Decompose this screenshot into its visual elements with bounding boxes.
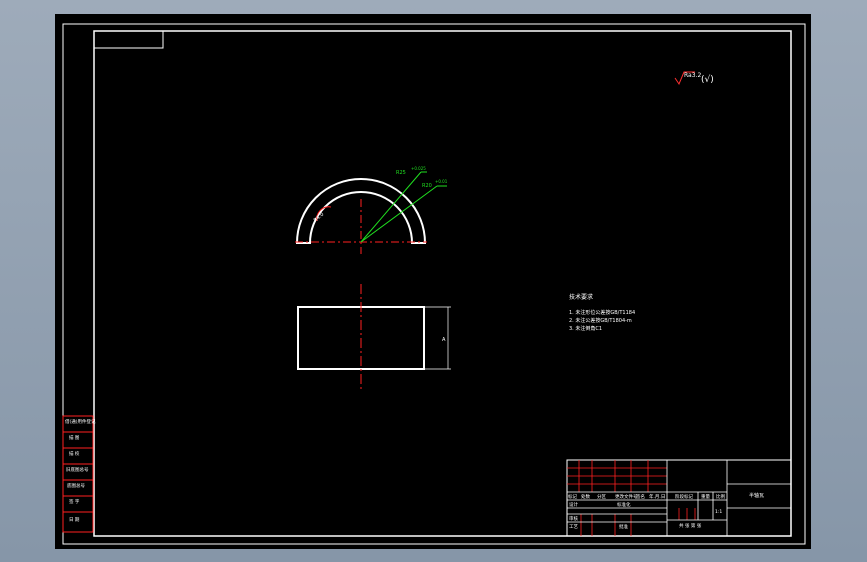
width-label: A <box>442 337 446 343</box>
side-label-6: 日 期 <box>69 517 80 523</box>
drawing-canvas[interactable]: Ra3.2 (√) R25 +0.025 R20 +0.01 R4.0 A 技术… <box>55 14 811 549</box>
code-box <box>93 30 164 49</box>
tb-process: 工艺 <box>569 524 578 530</box>
tb-design: 设计 <box>569 501 578 508</box>
roughness-symbol: Ra3.2 (√) <box>674 71 714 86</box>
note-line-3: 3. 未注倒角C1 <box>569 325 602 332</box>
notes-title: 技术要求 <box>569 293 593 301</box>
side-label-3: 旧底图总号 <box>66 466 89 473</box>
tb-standard: 标准化 <box>617 501 631 508</box>
tb-sheet: 共 张 第 张 <box>679 522 702 529</box>
tb-row1-4: 签名 <box>636 493 645 500</box>
side-label-0: 借(通)用件登记 <box>65 418 96 425</box>
tb-part-name: 半轴瓦 <box>749 492 764 499</box>
title-block: 标记 处数 分区 更改文件号 签名 年.月.日 设计 标准化 阶段标记 重量 比… <box>566 459 792 537</box>
roughness-other: (√) <box>701 74 714 85</box>
outer-dia-leader <box>360 171 422 243</box>
outer-dia-label: R25 <box>396 170 406 176</box>
tb-weight: 重量 <box>701 493 710 500</box>
outer-border <box>62 23 806 545</box>
tb-approve: 批准 <box>619 523 628 530</box>
inner-dia-tol: +0.01 <box>435 179 448 184</box>
side-registration-table: 借(通)用件登记 描 图 描 校 旧底图总号 底图总号 签 字 日 期 <box>62 415 96 533</box>
tb-row1-0: 标记 <box>568 493 577 500</box>
tb-review: 审核 <box>569 515 578 522</box>
note-line-2: 2. 未注公差按GB/T1804-m <box>569 317 632 324</box>
note-line-1: 1. 未注形位公差按GB/T1184 <box>569 309 635 316</box>
tb-scale-value: 1:1 <box>715 509 722 515</box>
side-label-1: 描 图 <box>69 434 80 441</box>
half-shell-side-view: A <box>297 284 451 392</box>
tb-scale: 比例 <box>716 493 725 500</box>
technical-notes: 技术要求 1. 未注形位公差按GB/T1184 2. 未注公差按GB/T1804… <box>569 293 635 332</box>
tb-row1-1: 处数 <box>581 493 590 500</box>
tb-stage-mark: 阶段标记 <box>675 493 693 500</box>
tb-row1-5: 年.月.日 <box>649 493 665 500</box>
half-shell-front-view: R25 +0.025 R20 +0.01 R4.0 <box>295 166 448 254</box>
side-label-2: 描 校 <box>69 450 80 457</box>
inner-dia-leader <box>360 185 438 243</box>
cad-viewport[interactable]: Ra3.2 (√) R25 +0.025 R20 +0.01 R4.0 A 技术… <box>55 14 811 549</box>
arc-radius-label: R4.0 <box>313 212 326 224</box>
tb-row1-2: 分区 <box>597 493 606 500</box>
inner-dia-label: R20 <box>422 183 432 189</box>
roughness-value: Ra3.2 <box>684 72 701 79</box>
tb-row1-3: 更改文件号 <box>615 493 638 500</box>
outer-dia-tol: +0.025 <box>411 166 426 171</box>
side-label-4: 底图总号 <box>67 482 85 489</box>
side-label-5: 签 字 <box>69 498 80 505</box>
